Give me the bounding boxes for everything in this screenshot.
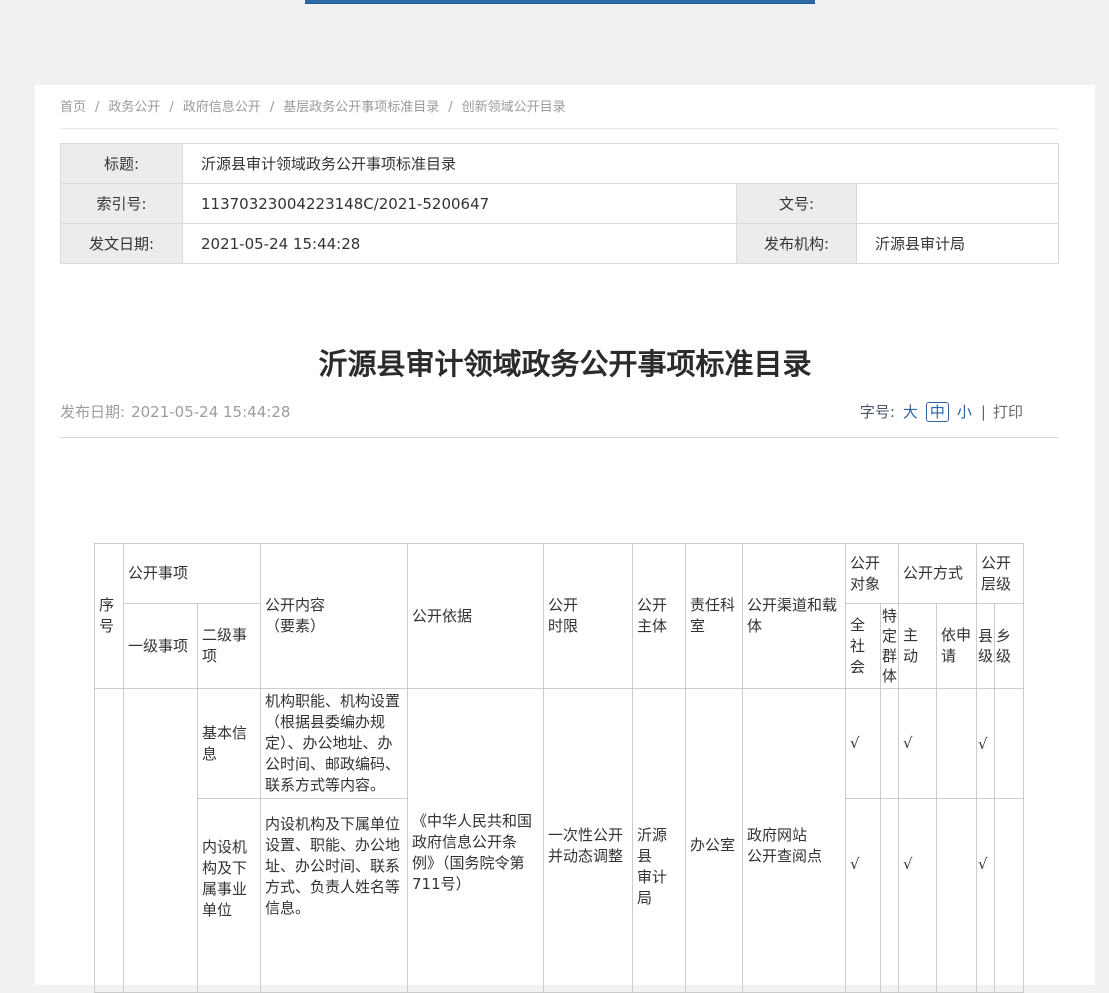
publish-date-value: 2021-05-24 15:44:28 [131, 403, 290, 421]
header-yishenqing: 依申 请 [937, 604, 977, 689]
header-quanshehui: 全社 会 [846, 604, 881, 689]
cell-yiji [124, 689, 198, 993]
catalog-table: 序号 公开事项 公开内容 （要素） 公开依据 公开 时限 公开 主体 责任科室 … [94, 543, 1024, 993]
header-erji-shixiang: 二级事项 [198, 604, 261, 689]
breadcrumb-separator: / [95, 100, 99, 115]
publish-date-label: 发布日期: [60, 403, 125, 421]
cell-check-zhudong-1: √ [899, 689, 937, 799]
header-xiangji: 乡 级 [995, 604, 1024, 689]
header-zeren-keshi: 责任科室 [686, 544, 743, 689]
meta-docno-value [857, 184, 1059, 224]
meta-title-label: 标题: [61, 144, 183, 184]
header-gongkai-zhuti: 公开 主体 [633, 544, 686, 689]
font-size-label: 字号: [860, 403, 895, 421]
cell-neirong-1: 机构职能、机构设置（根据县委编办规定）、办公地址、办公时间、邮政编码、联系方式等… [261, 689, 408, 799]
breadcrumb-chuangxin[interactable]: 创新领域公开目录 [462, 100, 566, 115]
breadcrumb-jiceng[interactable]: 基层政务公开事项标准目录 [283, 100, 439, 115]
cell-check-zhudong-2: √ [899, 799, 937, 993]
meta-index-label: 索引号: [61, 184, 183, 224]
breadcrumb: 首页 / 政务公开 / 政府信息公开 / 基层政务公开事项标准目录 / 创新领域公开目录 [60, 96, 566, 115]
breadcrumb-separator: / [169, 100, 173, 115]
page-title: 沂源县审计领域政务公开事项标准目录 [35, 341, 1095, 383]
cell-check-teding-1 [881, 689, 899, 799]
cell-check-quanshehui-1: √ [846, 689, 881, 799]
cell-shixian: 一次性公开 并动态调整 [544, 689, 633, 993]
cell-check-xiangji-1 [995, 689, 1024, 799]
cell-zhuti: 沂源县 审计局 [633, 689, 686, 993]
cell-check-teding-2 [881, 799, 899, 993]
cell-erji-1: 基本信息 [198, 689, 261, 799]
header-gongkai-shixiang: 公开事项 [124, 544, 261, 604]
top-nav-bar [305, 0, 815, 4]
content-panel: 首页 / 政务公开 / 政府信息公开 / 基层政务公开事项标准目录 / 创新领域公开目录 标题:… [35, 85, 1095, 985]
document-meta-table: 标题: 沂源县审计领域政务公开事项标准目录 索引号: 1137032300422… [60, 143, 1059, 264]
catalog-body-row-1: 基本信息 机构职能、机构设置（根据县委编办规定）、办公地址、办公时间、邮政编码、… [95, 689, 1024, 799]
meta-row-date: 发文日期: 2021-05-24 15:44:28 发布机构: 沂源县审计局 [61, 224, 1059, 264]
meta-index-value: 11370323004223148C/2021-5200647 [183, 184, 737, 224]
meta-row-index: 索引号: 11370323004223148C/2021-5200647 文号: [61, 184, 1059, 224]
header-xianji: 县 级 [977, 604, 995, 689]
breadcrumb-separator: / [448, 100, 452, 115]
meta-date-label: 发文日期: [61, 224, 183, 264]
breadcrumb-zhengwu[interactable]: 政务公开 [108, 100, 160, 115]
breadcrumb-separator: / [270, 100, 274, 115]
meta-agency-value: 沂源县审计局 [857, 224, 1059, 264]
header-teding-qunti: 特定群体 [881, 604, 899, 689]
cell-qudao: 政府网站 公开查阅点 [743, 689, 846, 993]
meta-docno-label: 文号: [737, 184, 857, 224]
catalog-header-row-1: 序号 公开事项 公开内容 （要素） 公开依据 公开 时限 公开 主体 责任科室 … [95, 544, 1024, 604]
header-qudao-zaiti: 公开渠道和载体 [743, 544, 846, 689]
cell-check-quanshehui-2: √ [846, 799, 881, 993]
header-gongkai-cengji: 公开 层级 [977, 544, 1024, 604]
meta-agency-label: 发布机构: [737, 224, 857, 264]
header-zhudong: 主 动 [899, 604, 937, 689]
font-size-small-button[interactable]: 小 [957, 403, 972, 421]
cell-check-xiangji-2 [995, 799, 1024, 993]
breadcrumb-home[interactable]: 首页 [60, 100, 86, 115]
header-gongkai-yiju: 公开依据 [408, 544, 544, 689]
meta-title-value: 沂源县审计领域政务公开事项标准目录 [183, 144, 1059, 184]
font-size-large-button[interactable]: 大 [903, 403, 918, 421]
header-yiji-shixiang: 一级事项 [124, 604, 198, 689]
cell-check-yishenqing-2 [937, 799, 977, 993]
header-xuhao: 序号 [95, 544, 124, 689]
header-gongkai-fangshi: 公开方式 [899, 544, 977, 604]
publish-info-row: 发布日期: 2021-05-24 15:44:28 字号: 大中小 | 打印 [60, 401, 1070, 425]
meta-date-value: 2021-05-24 15:44:28 [183, 224, 737, 264]
publish-date: 发布日期: 2021-05-24 15:44:28 [60, 401, 290, 422]
breadcrumb-xinxi[interactable]: 政府信息公开 [183, 100, 261, 115]
cell-yiju: 《中华人民共和国政府信息公开条例》（国务院令第711号） [408, 689, 544, 993]
cell-check-xianji-2: √ [977, 799, 995, 993]
font-size-medium-button[interactable]: 中 [926, 402, 949, 422]
cell-check-yishenqing-1 [937, 689, 977, 799]
font-size-control: 字号: 大中小 | 打印 [860, 401, 1023, 422]
cell-keshi: 办公室 [686, 689, 743, 993]
meta-row-title: 标题: 沂源县审计领域政务公开事项标准目录 [61, 144, 1059, 184]
font-print-divider: | [981, 403, 986, 421]
header-gongkai-neirong: 公开内容 （要素） [261, 544, 408, 689]
print-button[interactable]: 打印 [993, 403, 1023, 421]
cell-erji-2: 内设机构及下属事业单位 [198, 799, 261, 993]
cell-check-xianji-1: √ [977, 689, 995, 799]
cell-neirong-2: 内设机构及下属单位设置、职能、办公地址、办公时间、联系方式、负责人姓名等信息。 [261, 799, 408, 993]
cell-xuhao [95, 689, 124, 993]
header-gongkai-duixiang: 公开对象 [846, 544, 899, 604]
header-gongkai-shixian: 公开 时限 [544, 544, 633, 689]
breadcrumb-divider [60, 128, 1058, 129]
article-divider [60, 437, 1058, 438]
